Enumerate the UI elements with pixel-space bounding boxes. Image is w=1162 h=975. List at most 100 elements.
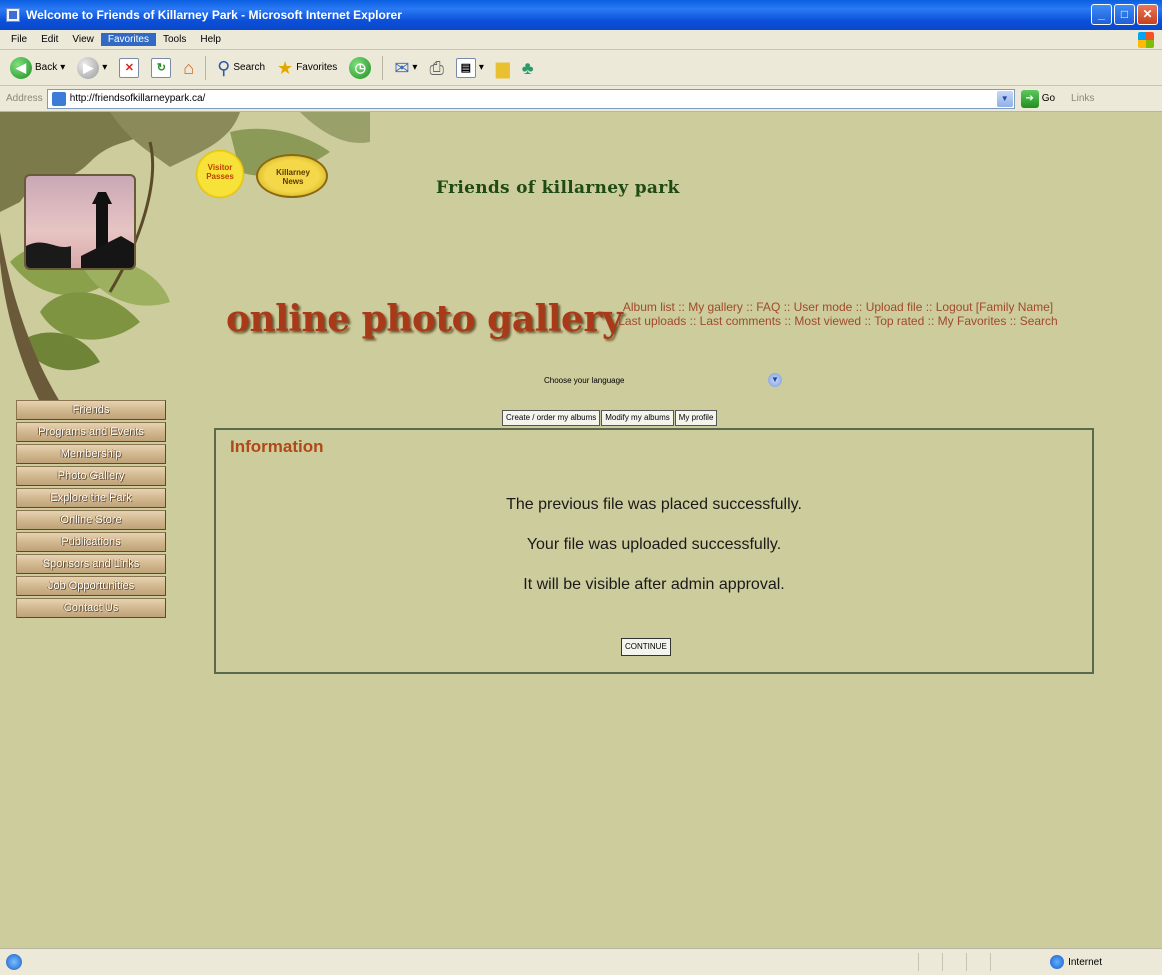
history-button[interactable]: ◷ — [345, 55, 375, 81]
menu-favorites[interactable]: Favorites — [100, 33, 156, 46]
menu-bar: File Edit View Favorites Tools Help — [0, 30, 1162, 50]
visitor-passes-badge[interactable]: Visitor Passes — [192, 146, 248, 202]
maximize-button[interactable]: □ — [1114, 4, 1135, 25]
favorites-label: Favorites — [296, 62, 338, 73]
favorites-button[interactable]: ★ Favorites — [273, 56, 341, 80]
go-label: Go — [1041, 93, 1056, 104]
toolbar-separator — [382, 55, 384, 80]
back-arrow-icon: ◀ — [10, 56, 32, 79]
link-last-comments[interactable]: Last comments — [700, 314, 781, 328]
menu-help[interactable]: Help — [193, 33, 228, 46]
search-icon: ⚲ — [217, 57, 231, 78]
link-upload-file[interactable]: Upload file — [866, 300, 923, 314]
sidebar-item-explore-park[interactable]: Explore the Park — [16, 488, 166, 508]
link-separator: :: — [689, 314, 700, 328]
ie-icon — [6, 8, 20, 22]
window-title: Welcome to Friends of Killarney Park - M… — [26, 8, 402, 22]
menu-file[interactable]: File — [4, 33, 34, 46]
chevron-down-icon: ▾ — [412, 62, 418, 73]
link-top-rated[interactable]: Top rated — [874, 314, 924, 328]
links-button[interactable]: Links — [1071, 93, 1094, 104]
home-button[interactable]: ⌂ — [179, 56, 198, 80]
chevron-down-icon[interactable]: ▼ — [996, 90, 1013, 107]
link-my-favorites[interactable]: My Favorites — [938, 314, 1007, 328]
refresh-icon: ↻ — [151, 57, 172, 78]
sidebar-item-photo-gallery[interactable]: Photo Gallery — [16, 466, 166, 486]
chevron-down-icon[interactable]: ▼ — [768, 373, 782, 387]
go-button[interactable]: ➔ Go — [1020, 89, 1056, 108]
chevron-down-icon: ▾ — [478, 62, 484, 73]
chevron-down-icon: ▾ — [60, 62, 66, 73]
address-input[interactable]: http://friendsofkillarneypark.ca/ ▼ — [46, 88, 1015, 109]
mail-icon: ✉ — [394, 57, 410, 78]
sidebar-item-online-store[interactable]: Online Store — [16, 510, 166, 530]
forward-button[interactable]: ▶ ▾ — [73, 55, 111, 81]
information-panel: Information The previous file was placed… — [214, 428, 1094, 674]
link-last-uploads[interactable]: Last uploads — [618, 314, 686, 328]
status-bar: Internet — [0, 948, 1162, 975]
continue-button[interactable]: CONTINUE — [621, 638, 671, 656]
address-url: http://friendsofkillarneypark.ca/ — [69, 93, 206, 104]
refresh-button[interactable]: ↻ — [147, 56, 175, 80]
link-most-viewed[interactable]: Most viewed — [794, 314, 861, 328]
sidebar-item-membership[interactable]: Membership — [16, 444, 166, 464]
visitor-passes-label: Visitor Passes — [206, 163, 234, 181]
message-previous-file: The previous file was placed successfull… — [506, 496, 802, 513]
link-separator: :: — [783, 300, 794, 314]
globe-icon — [1050, 955, 1065, 969]
my-profile-button[interactable]: My profile — [674, 410, 718, 426]
messenger-button[interactable]: ♣ — [518, 56, 538, 80]
folder-button[interactable]: ▆ — [492, 56, 514, 80]
killarney-news-label: Killarney News — [276, 168, 310, 186]
sidebar-item-friends[interactable]: Friends — [16, 400, 166, 420]
link-separator: :: — [784, 314, 795, 328]
page-icon — [51, 91, 66, 106]
sidebar-item-sponsors-links[interactable]: Sponsors and Links — [16, 554, 166, 574]
link-logout[interactable]: Logout [Family Name] — [936, 300, 1053, 314]
link-my-gallery[interactable]: My gallery — [688, 300, 743, 314]
message-admin-approval: It will be visible after admin approval. — [523, 576, 785, 593]
status-panel — [918, 953, 940, 971]
create-order-albums-button[interactable]: Create / order my albums — [502, 410, 601, 426]
chevron-down-icon: ▾ — [102, 62, 108, 73]
sidebar-item-contact-us[interactable]: Contact Us — [16, 598, 166, 618]
stop-button[interactable]: ✕ — [115, 56, 143, 80]
killarney-news-badge[interactable]: Killarney News — [256, 154, 328, 198]
edit-icon: ▤ — [455, 57, 476, 78]
information-title: Information — [230, 437, 324, 456]
site-title: Friends of killarney park — [436, 178, 680, 198]
status-panel — [966, 953, 988, 971]
print-icon: ⎙ — [429, 57, 444, 78]
print-button[interactable]: ⎙ — [425, 56, 447, 80]
menu-view[interactable]: View — [65, 33, 101, 46]
sidebar-nav: Friends Programs and Events Membership P… — [16, 400, 166, 620]
link-faq[interactable]: FAQ — [756, 300, 780, 314]
search-button[interactable]: ⚲ Search — [213, 56, 269, 80]
windows-logo-icon — [1138, 32, 1154, 48]
search-label: Search — [233, 62, 266, 73]
link-user-mode[interactable]: User mode — [794, 300, 853, 314]
back-button[interactable]: ◀ Back ▾ — [6, 55, 69, 81]
menu-edit[interactable]: Edit — [34, 33, 65, 46]
close-button[interactable]: ✕ — [1137, 4, 1158, 25]
security-zone: Internet — [1050, 955, 1102, 969]
link-album-list[interactable]: Album list — [623, 300, 675, 314]
message-upload-success: Your file was uploaded successfully. — [526, 536, 782, 553]
link-search[interactable]: Search — [1020, 314, 1058, 328]
edit-button[interactable]: ▤ ▾ — [452, 56, 488, 80]
modify-albums-button[interactable]: Modify my albums — [601, 410, 674, 426]
sidebar-item-publications[interactable]: Publications — [16, 532, 166, 552]
sidebar-item-job-opportunities[interactable]: Job Opportunities — [16, 576, 166, 596]
menu-tools[interactable]: Tools — [156, 33, 193, 46]
toolbar: ◀ Back ▾ ▶ ▾ ✕ ↻ ⌂ ⚲ Search ★ Favorites … — [0, 50, 1162, 86]
forward-arrow-icon: ▶ — [77, 56, 100, 79]
language-select[interactable]: Choose your language ▼ — [530, 372, 782, 388]
star-icon: ★ — [277, 57, 294, 78]
minimize-button[interactable]: _ — [1091, 4, 1112, 25]
mail-button[interactable]: ✉ ▾ — [390, 56, 421, 80]
sidebar-item-programs-events[interactable]: Programs and Events — [16, 422, 166, 442]
address-bar: Address http://friendsofkillarneypark.ca… — [0, 86, 1162, 112]
back-label: Back — [35, 62, 58, 73]
status-panel — [942, 953, 964, 971]
window-controls: _ □ ✕ — [1091, 4, 1158, 25]
